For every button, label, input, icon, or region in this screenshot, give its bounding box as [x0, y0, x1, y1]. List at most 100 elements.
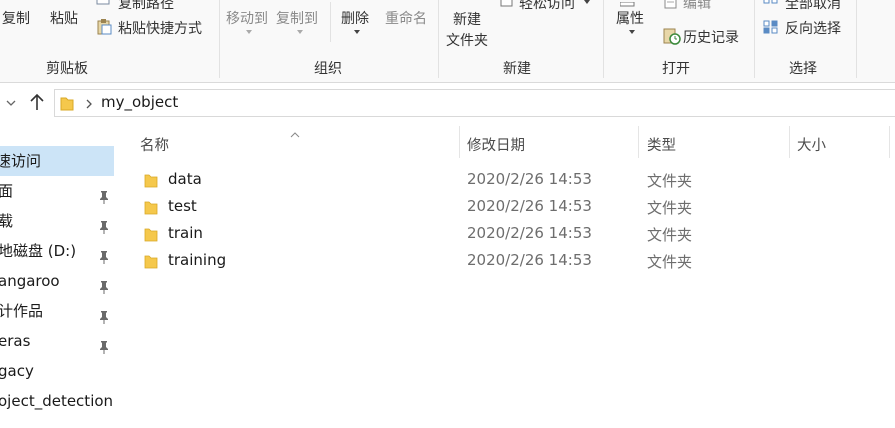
new-folder-label-line2[interactable]: 文件夹: [446, 30, 488, 50]
invert-selection-button[interactable]: 反向选择: [785, 18, 841, 38]
invert-selection-icon: [763, 20, 781, 38]
up-arrow-icon[interactable]: [29, 93, 45, 115]
nav-item[interactable]: 载: [0, 206, 114, 236]
nav-item-label: gacy: [0, 362, 34, 380]
file-modified-date: 2020/2/26 14:53: [467, 224, 592, 242]
navigation-pane: 速访问面载地磁盘 (D:) angaroo 计作品 eras gacy oject_det…: [0, 126, 118, 428]
ribbon-divider: [330, 2, 331, 42]
ribbon-divider: [856, 0, 857, 78]
history-button[interactable]: 历史记录: [683, 27, 739, 47]
nav-item[interactable]: 速访问: [0, 146, 114, 176]
clipboard-group-label: 剪贴板: [46, 61, 88, 77]
pin-icon[interactable]: [98, 184, 110, 204]
file-modified-date: 2020/2/26 14:53: [467, 197, 592, 215]
delete-button[interactable]: 删除: [341, 8, 369, 28]
nav-item[interactable]: 面: [0, 176, 114, 206]
edit-icon: [664, 0, 680, 13]
file-list: 名称 修改日期 类型 大小 data 2020/2/26 14:53 文件夹 test…: [118, 126, 895, 428]
nav-item-label: 速访问: [0, 152, 42, 170]
easy-access-dropdown-icon: [584, 0, 590, 4]
nav-item-label: eras: [0, 332, 31, 350]
ribbon-divider: [438, 0, 439, 78]
select-none-icon: [763, 0, 781, 12]
column-header-type[interactable]: 类型: [647, 134, 676, 155]
pin-icon[interactable]: [98, 334, 110, 354]
easy-access-button[interactable]: 轻松访问: [519, 0, 575, 13]
address-row: my_object: [0, 83, 895, 123]
pin-icon[interactable]: [98, 214, 110, 234]
sort-ascending-icon: [290, 126, 300, 142]
address-bar[interactable]: my_object: [54, 89, 895, 117]
copy-button[interactable]: 复制: [2, 8, 30, 28]
copy-to-button[interactable]: 复制到: [276, 8, 318, 28]
file-modified-date: 2020/2/26 14:53: [467, 251, 592, 269]
folder-icon: [144, 253, 158, 273]
organize-group-label: 组织: [314, 61, 342, 77]
nav-item[interactable]: gacy: [0, 356, 114, 386]
new-group-label: 新建: [503, 61, 531, 77]
ribbon-divider: [219, 0, 220, 78]
paste-button[interactable]: 粘贴: [50, 8, 78, 28]
folder-icon: [144, 226, 158, 246]
pin-icon[interactable]: [98, 244, 110, 264]
breadcrumb-current-folder[interactable]: my_object: [101, 93, 178, 111]
column-divider[interactable]: [638, 126, 639, 158]
properties-dropdown-icon: [629, 30, 635, 34]
file-type: 文件夹: [647, 172, 693, 190]
folder-icon: [144, 199, 158, 219]
new-folder-label-line1[interactable]: 新建: [453, 9, 481, 29]
nav-item-label: oject_detection: [0, 392, 114, 410]
breadcrumb-chevron-icon[interactable]: [85, 97, 93, 113]
copy-path-icon: [96, 0, 110, 10]
file-name: test: [168, 197, 197, 215]
nav-item[interactable]: oject_detection: [0, 386, 114, 416]
file-row[interactable]: training 2020/2/26 14:53 文件夹: [138, 248, 895, 274]
column-divider[interactable]: [789, 126, 790, 158]
pin-icon[interactable]: [98, 274, 110, 294]
folder-icon: [60, 95, 74, 115]
pin-icon[interactable]: [98, 304, 110, 324]
file-row[interactable]: test 2020/2/26 14:53 文件夹: [138, 194, 895, 220]
select-none-button[interactable]: 全部取消: [785, 0, 841, 13]
file-row[interactable]: train 2020/2/26 14:53 文件夹: [138, 221, 895, 247]
nav-item-label: angaroo: [0, 272, 60, 290]
ribbon-divider: [603, 0, 604, 78]
open-group-label: 打开: [662, 61, 690, 77]
column-header-name[interactable]: 名称: [140, 134, 169, 155]
file-name: data: [168, 170, 202, 188]
recent-locations-chevron-icon[interactable]: [6, 96, 16, 112]
nav-item-label: 面: [0, 182, 14, 200]
nav-item-label: 地磁盘 (D:): [0, 242, 77, 260]
nav-item[interactable]: 计作品: [0, 296, 114, 326]
nav-item[interactable]: angaroo: [0, 266, 114, 296]
move-to-button[interactable]: 移动到: [226, 8, 268, 28]
column-divider[interactable]: [459, 126, 460, 158]
rename-button[interactable]: 重命名: [385, 8, 427, 28]
file-modified-date: 2020/2/26 14:53: [467, 170, 592, 188]
folder-icon: [144, 172, 158, 192]
edit-button[interactable]: 编辑: [683, 0, 711, 13]
column-header-size[interactable]: 大小: [797, 134, 826, 155]
paste-shortcut-icon: [96, 19, 112, 39]
file-name: train: [168, 224, 203, 242]
nav-item[interactable]: eras: [0, 326, 114, 356]
easy-access-icon: [500, 0, 514, 12]
move-to-dropdown-icon: [246, 30, 252, 34]
file-type: 文件夹: [647, 253, 693, 271]
nav-item[interactable]: 地磁盘 (D:): [0, 236, 114, 266]
file-type: 文件夹: [647, 226, 693, 244]
file-row[interactable]: data 2020/2/26 14:53 文件夹: [138, 167, 895, 193]
ribbon-divider: [754, 0, 755, 78]
nav-item-label: 计作品: [0, 302, 44, 320]
paste-shortcut-button[interactable]: 粘贴快捷方式: [118, 18, 202, 38]
file-name: training: [168, 251, 227, 269]
copy-path-button[interactable]: 复制路径: [118, 0, 174, 13]
select-group-label: 选择: [789, 61, 817, 77]
column-header-modified[interactable]: 修改日期: [467, 134, 525, 155]
history-icon: [663, 27, 681, 49]
column-divider[interactable]: [889, 126, 890, 158]
properties-button[interactable]: 属性: [616, 8, 644, 28]
file-type: 文件夹: [647, 199, 693, 217]
copy-to-dropdown-icon: [297, 30, 303, 34]
delete-dropdown-icon: [354, 30, 360, 34]
